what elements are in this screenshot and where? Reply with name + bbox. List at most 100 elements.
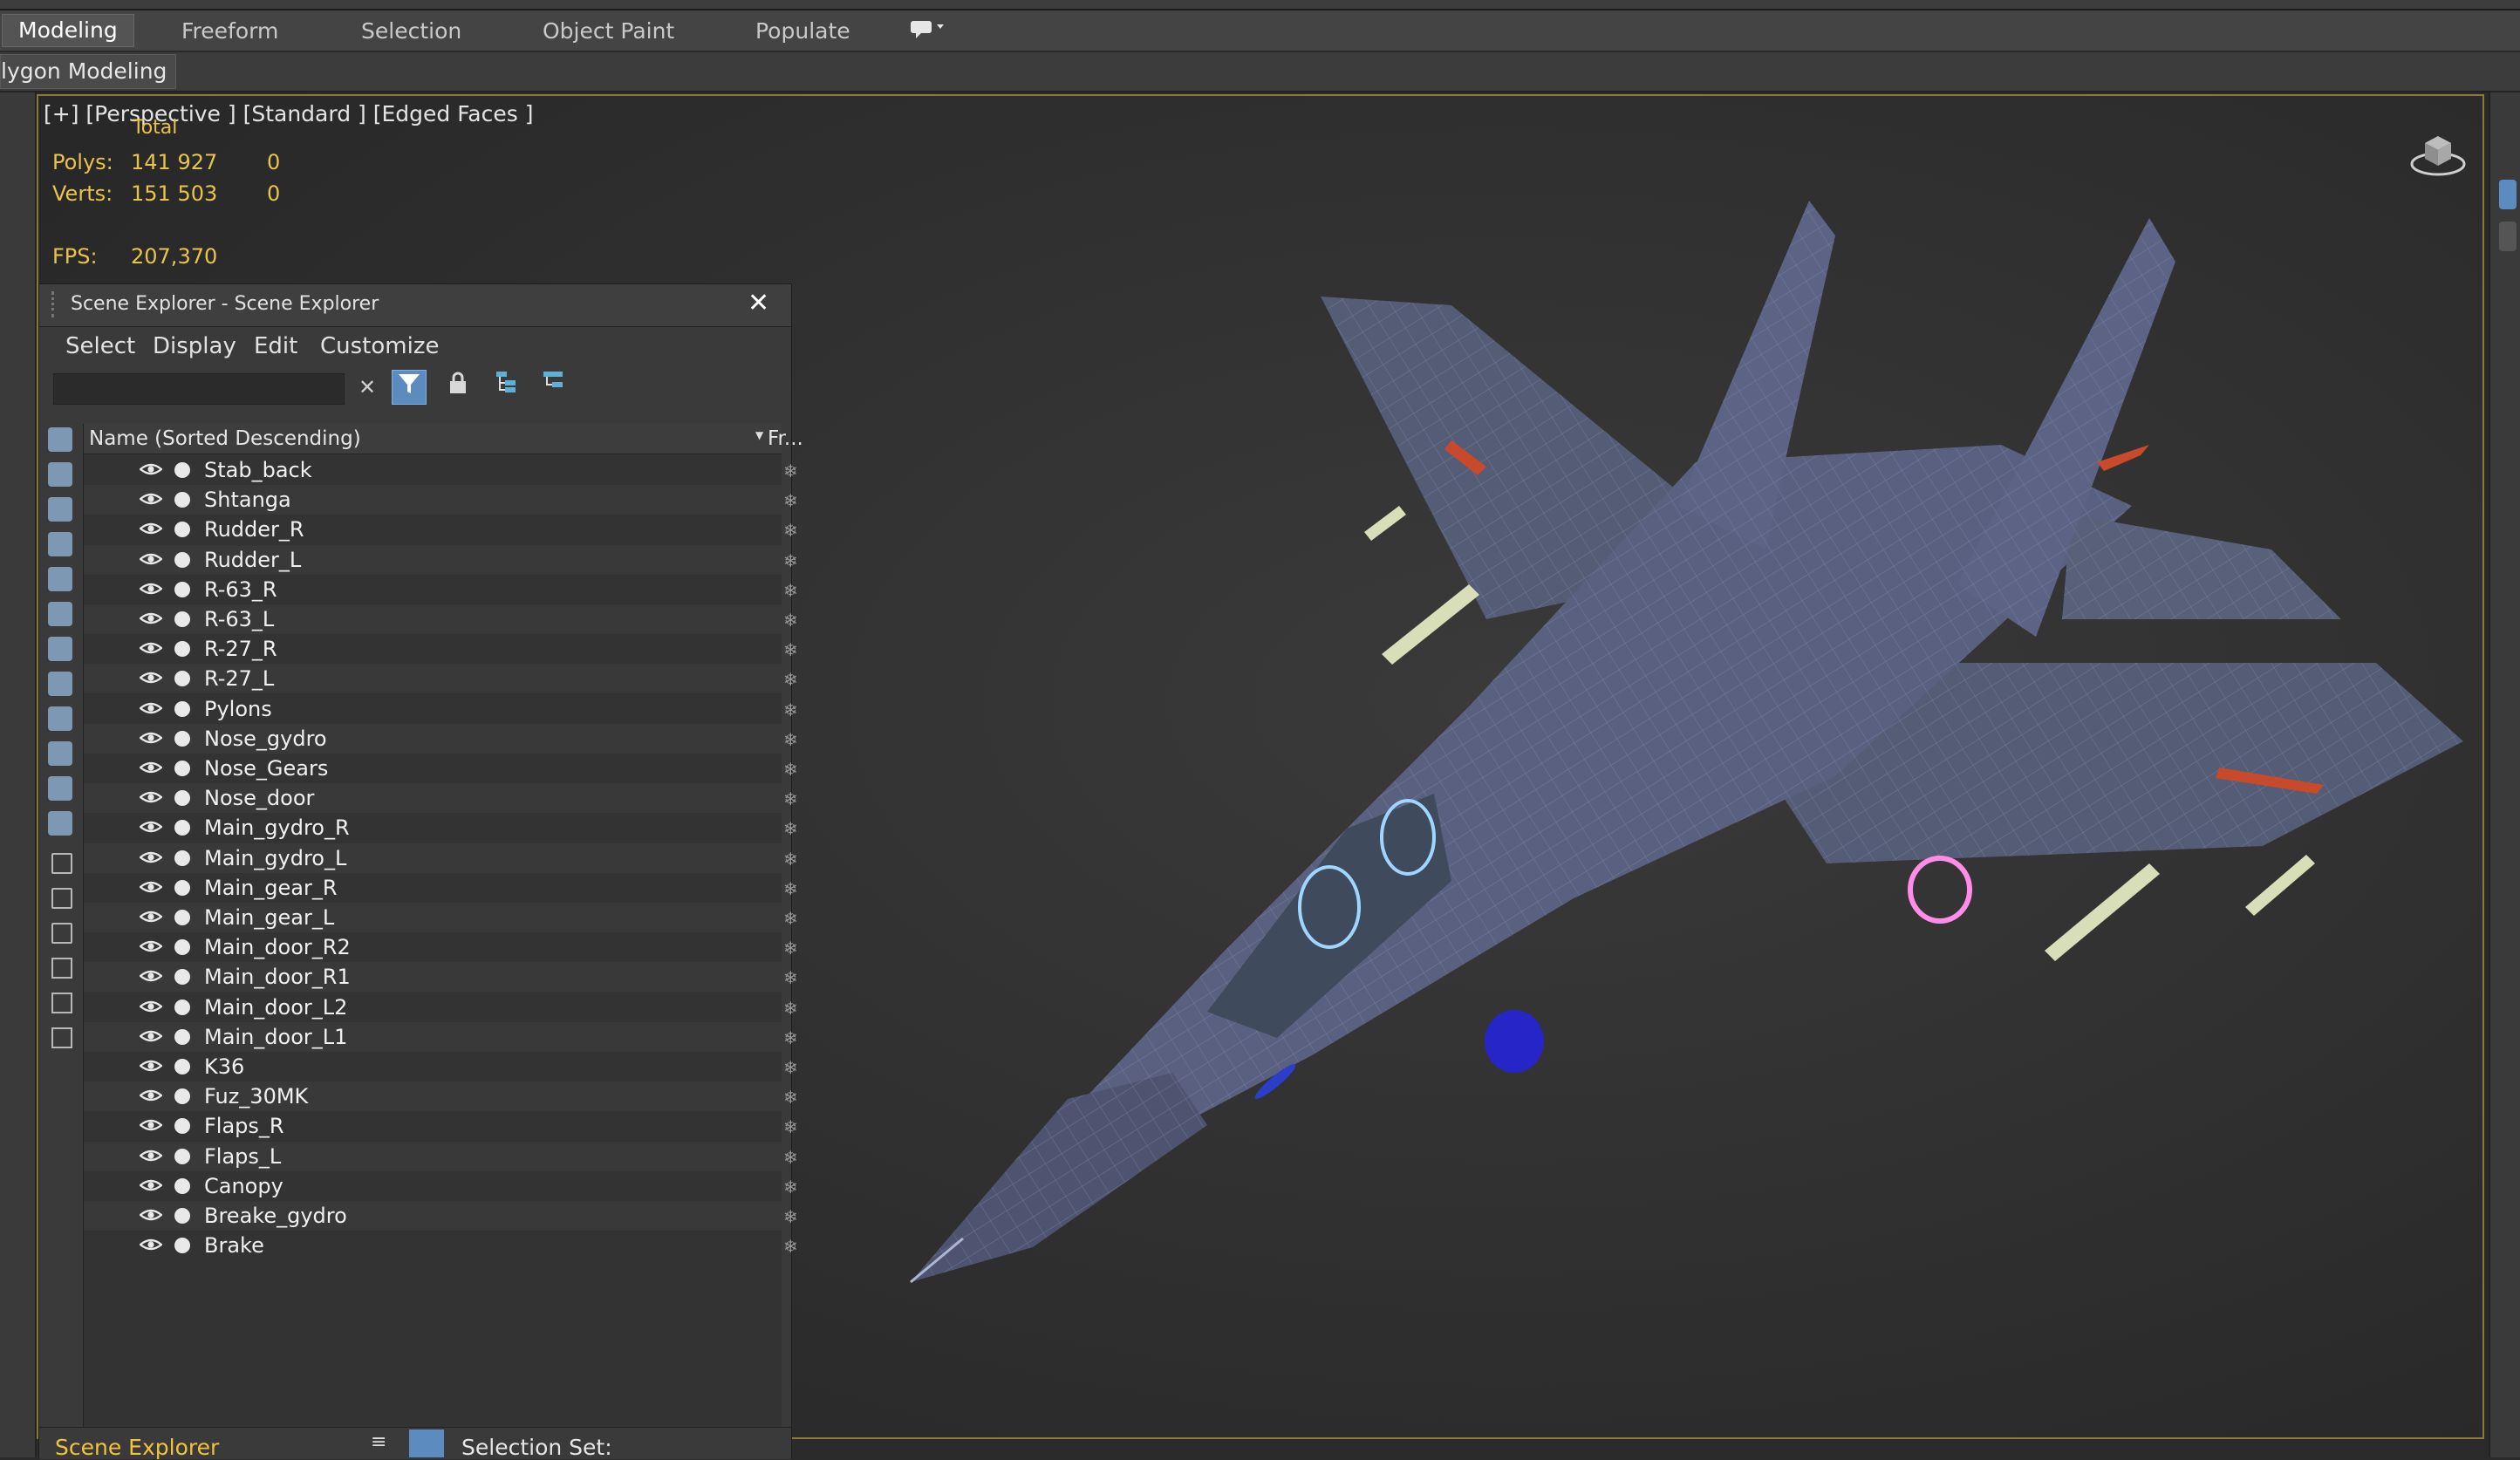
tree-row[interactable]: R-63_R ❄	[84, 575, 798, 604]
visibility-eye-icon[interactable]	[140, 1088, 162, 1102]
freeze-snowflake-icon[interactable]: ❄	[783, 1177, 798, 1197]
visibility-eye-icon[interactable]	[140, 761, 162, 774]
tree-row[interactable]: R-27_L ❄	[84, 664, 798, 694]
tree-row[interactable]: K36 ❄	[84, 1052, 798, 1081]
visibility-eye-icon[interactable]	[140, 1029, 162, 1043]
filter-containers-icon[interactable]	[48, 741, 72, 766]
visibility-eye-icon[interactable]	[140, 850, 162, 864]
freeze-snowflake-icon[interactable]: ❄	[783, 1027, 798, 1048]
tree-row[interactable]: Breake_gydro ❄	[84, 1201, 798, 1231]
visibility-eye-icon[interactable]	[140, 790, 162, 804]
filter-groups-icon[interactable]	[48, 637, 72, 661]
visibility-eye-icon[interactable]	[140, 582, 162, 596]
freeze-snowflake-icon[interactable]: ❄	[783, 520, 798, 541]
freeze-snowflake-icon[interactable]: ❄	[783, 878, 798, 899]
freeze-snowflake-icon[interactable]: ❄	[783, 938, 798, 959]
right-dock-button[interactable]	[2499, 180, 2517, 209]
lock-icon[interactable]	[440, 370, 475, 405]
display-none-icon[interactable]	[51, 888, 72, 909]
hierarchy-collapse-icon[interactable]	[536, 370, 571, 405]
freeze-snowflake-icon[interactable]: ❄	[783, 788, 798, 809]
filter-helpers-icon[interactable]	[48, 567, 72, 591]
tree-row[interactable]: Main_gear_R ❄	[84, 873, 798, 903]
freeze-snowflake-icon[interactable]: ❄	[783, 490, 798, 511]
filter-space-warps-icon[interactable]	[48, 602, 72, 626]
layers-icon[interactable]: ≡	[371, 1431, 386, 1453]
filter-hidden-icon[interactable]	[48, 811, 72, 836]
visibility-eye-icon[interactable]	[140, 1059, 162, 1073]
filter-toggle-icon[interactable]	[392, 370, 427, 405]
freeze-snowflake-icon[interactable]: ❄	[783, 967, 798, 988]
visibility-eye-icon[interactable]	[140, 641, 162, 655]
scene-object-tree[interactable]: Name (Sorted Descending) ▼ Fr... Stab_ba…	[83, 424, 803, 1436]
menu-display[interactable]: Display	[153, 333, 236, 359]
layers-toggle-icon[interactable]	[51, 1027, 72, 1048]
tree-row[interactable]: Brake ❄	[84, 1231, 798, 1260]
freeze-snowflake-icon[interactable]: ❄	[783, 818, 798, 839]
filter-lights-icon[interactable]	[48, 497, 72, 522]
tree-row[interactable]: Flaps_L ❄	[84, 1141, 798, 1171]
filter-geometry-icon[interactable]	[48, 427, 72, 452]
visibility-eye-icon[interactable]	[140, 1178, 162, 1192]
visibility-eye-icon[interactable]	[140, 731, 162, 745]
tree-row[interactable]: Main_gydro_R ❄	[84, 813, 798, 843]
visibility-eye-icon[interactable]	[140, 999, 162, 1013]
search-input[interactable]	[53, 373, 345, 405]
visibility-eye-icon[interactable]	[140, 1118, 162, 1132]
tree-row[interactable]: Main_gydro_L ❄	[84, 843, 798, 873]
viewport-label-menu[interactable]: [+] [Perspective ] [Standard ] [Edged Fa…	[44, 101, 533, 126]
freeze-snowflake-icon[interactable]: ❄	[783, 998, 798, 1019]
filter-frozen-icon[interactable]	[48, 776, 72, 801]
ribbon-options-dropdown[interactable]	[909, 16, 946, 47]
tree-row[interactable]: Main_gear_L ❄	[84, 903, 798, 932]
freeze-snowflake-icon[interactable]: ❄	[783, 1236, 798, 1257]
freeze-snowflake-icon[interactable]: ❄	[783, 1206, 798, 1227]
tree-row[interactable]: Stab_back ❄	[84, 455, 798, 485]
clear-search-icon[interactable]: ✕	[350, 370, 385, 405]
freeze-snowflake-icon[interactable]: ❄	[783, 1116, 798, 1137]
filter-shapes-icon[interactable]	[48, 462, 72, 487]
freeze-snowflake-icon[interactable]: ❄	[783, 699, 798, 720]
tree-row[interactable]: Main_door_L1 ❄	[84, 1021, 798, 1052]
hierarchy-expand-icon[interactable]	[489, 370, 524, 405]
tree-row[interactable]: Canopy ❄	[84, 1171, 798, 1201]
menu-select[interactable]: Select	[65, 333, 135, 359]
visibility-eye-icon[interactable]	[140, 462, 162, 476]
right-dock-button-2[interactable]	[2499, 222, 2517, 251]
visibility-eye-icon[interactable]	[140, 701, 162, 715]
visibility-eye-icon[interactable]	[140, 880, 162, 894]
tree-row[interactable]: Main_door_L2 ❄	[84, 993, 798, 1022]
tree-column-header[interactable]: Name (Sorted Descending) ▼ Fr...	[84, 424, 803, 454]
freeze-snowflake-icon[interactable]: ❄	[783, 849, 798, 870]
visibility-eye-icon[interactable]	[140, 552, 162, 566]
close-icon[interactable]: ✕	[748, 288, 769, 318]
freeze-snowflake-icon[interactable]: ❄	[783, 461, 798, 481]
menu-edit[interactable]: Edit	[254, 333, 297, 359]
filter-xrefs-icon[interactable]	[48, 672, 72, 696]
tree-row[interactable]: Rudder_L ❄	[84, 544, 798, 575]
freeze-snowflake-icon[interactable]: ❄	[783, 759, 798, 780]
tree-row[interactable]: Fuz_30MK ❄	[84, 1081, 798, 1112]
filter-cameras-icon[interactable]	[48, 532, 72, 556]
visibility-eye-icon[interactable]	[140, 939, 162, 953]
visibility-eye-icon[interactable]	[140, 969, 162, 983]
freeze-snowflake-icon[interactable]: ❄	[783, 1147, 798, 1168]
freeze-snowflake-icon[interactable]: ❄	[783, 669, 798, 690]
visibility-eye-icon[interactable]	[140, 611, 162, 625]
visibility-eye-icon[interactable]	[140, 1208, 162, 1222]
filter-bones-icon[interactable]	[48, 706, 72, 731]
tree-row[interactable]: Flaps_R ❄	[84, 1111, 798, 1141]
tab-selection[interactable]: Selection	[361, 16, 461, 47]
display-all-icon[interactable]	[51, 853, 72, 874]
tree-row[interactable]: Main_door_R1 ❄	[84, 962, 798, 993]
menu-customize[interactable]: Customize	[320, 333, 439, 359]
visibility-eye-icon[interactable]	[140, 910, 162, 924]
visibility-eye-icon[interactable]	[140, 492, 162, 506]
freeze-snowflake-icon[interactable]: ❄	[783, 550, 798, 571]
freeze-snowflake-icon[interactable]: ❄	[783, 729, 798, 750]
visibility-eye-icon[interactable]	[140, 1149, 162, 1163]
tree-row[interactable]: Nose_Gears ❄	[84, 754, 798, 783]
tree-row[interactable]: Main_door_R2 ❄	[84, 932, 798, 962]
scene-mode-icon[interactable]	[409, 1429, 444, 1457]
freeze-snowflake-icon[interactable]: ❄	[783, 908, 798, 929]
